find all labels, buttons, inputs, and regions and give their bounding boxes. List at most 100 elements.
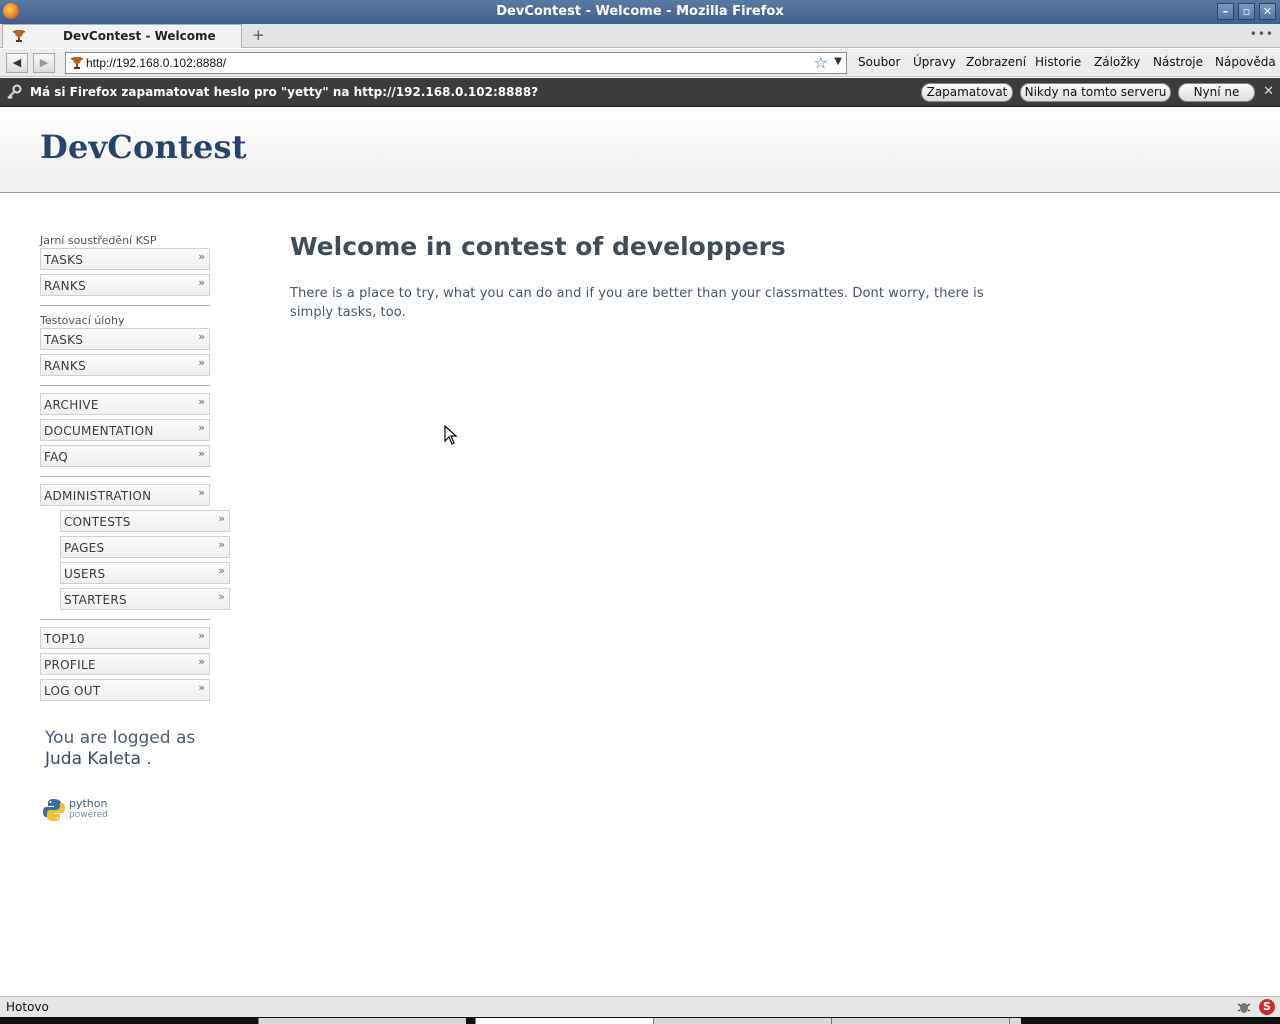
nav-documentation[interactable]: DOCUMENTATION » xyxy=(40,419,210,441)
trophy-favicon-icon xyxy=(71,57,83,69)
url-dropdown-icon[interactable]: ▼ xyxy=(834,56,842,67)
group-title-jarni: Jarní soustředění KSP xyxy=(40,234,157,247)
logged-prefix: You are logged as xyxy=(45,728,196,748)
python-badge-line1: python xyxy=(69,797,108,810)
nav-label: TASKS xyxy=(44,253,84,267)
url-bar[interactable]: http://192.168.0.102:8888/ ☆ ▼ xyxy=(65,52,847,74)
chevron-right-icon: » xyxy=(198,276,205,289)
nav-admin-pages[interactable]: PAGES » xyxy=(60,536,230,558)
nav-label: ARCHIVE xyxy=(44,398,99,412)
logged-suffix: . xyxy=(146,749,152,769)
group-title-testovaci: Testovací úlohy xyxy=(40,314,125,327)
nav-logout[interactable]: LOG OUT » xyxy=(40,679,210,701)
not-now-button[interactable]: Nyní ne xyxy=(1178,83,1255,102)
password-notification-bar: Má si Firefox zapamatovat heslo pro "yet… xyxy=(0,78,1280,107)
minimize-button[interactable]: – xyxy=(1217,3,1234,20)
logged-user-name[interactable]: Juda Kaleta xyxy=(45,749,141,769)
addon-bug-icon[interactable] xyxy=(1236,999,1252,1015)
sidebar-divider xyxy=(40,476,210,477)
nav-tasks-testovaci[interactable]: TASKS » xyxy=(40,328,210,350)
window-titlebar: DevContest - Welcome - Mozilla Firefox –… xyxy=(0,0,1280,24)
nav-label: LOG OUT xyxy=(44,684,101,698)
tab-label: DevContest - Welcome xyxy=(63,29,216,43)
sidebar-divider xyxy=(40,619,210,620)
nav-archive[interactable]: ARCHIVE » xyxy=(40,393,210,415)
chevron-right-icon: » xyxy=(198,356,205,369)
nav-label: CONTESTS xyxy=(64,515,131,529)
navigation-toolbar: ◀ ▶ http://192.168.0.102:8888/ ☆ ▼ Soubo… xyxy=(0,49,1280,77)
status-text: Hotovo xyxy=(6,1000,49,1014)
chevron-right-icon: » xyxy=(198,681,205,694)
trophy-favicon-icon xyxy=(13,30,25,42)
url-text[interactable]: http://192.168.0.102:8888/ xyxy=(86,56,226,70)
tab-devcontest[interactable]: DevContest - Welcome xyxy=(2,24,242,48)
chevron-right-icon: » xyxy=(198,330,205,343)
chevron-right-icon: » xyxy=(218,590,225,603)
taskbar-item[interactable] xyxy=(653,1018,831,1024)
taskbar-item[interactable] xyxy=(1009,1018,1021,1024)
tab-list-icon[interactable]: ••• xyxy=(1250,27,1274,41)
nav-label: RANKS xyxy=(44,279,87,293)
chevron-right-icon: » xyxy=(198,447,205,460)
bookmark-star-icon[interactable]: ☆ xyxy=(814,53,828,72)
remember-password-button[interactable]: Zapamatovat xyxy=(921,83,1013,102)
menu-upravy[interactable]: Úpravy xyxy=(913,55,956,69)
nav-label: STARTERS xyxy=(64,593,127,607)
nav-faq[interactable]: FAQ » xyxy=(40,445,210,467)
page-title: Welcome in contest of developpers xyxy=(290,232,786,261)
tab-bar: DevContest - Welcome + ••• xyxy=(0,24,1280,48)
nav-top10[interactable]: TOP10 » xyxy=(40,627,210,649)
page-intro-text: There is a place to try, what you can do… xyxy=(290,286,984,320)
menu-zobrazeni[interactable]: Zobrazení xyxy=(966,55,1026,69)
taskbar xyxy=(0,1017,1280,1024)
nav-label: RANKS xyxy=(44,359,87,373)
status-bar: Hotovo S xyxy=(0,996,1280,1017)
nav-tasks-jarni[interactable]: TASKS » xyxy=(40,248,210,270)
mouse-cursor-icon xyxy=(444,425,458,445)
menu-historie[interactable]: Historie xyxy=(1035,55,1081,69)
taskbar-item[interactable] xyxy=(475,1018,653,1024)
key-icon xyxy=(7,84,22,100)
nav-label: FAQ xyxy=(44,450,69,464)
chevron-right-icon: » xyxy=(198,250,205,263)
nav-label: TASKS xyxy=(44,333,84,347)
chevron-right-icon: » xyxy=(198,655,205,668)
taskbar-item[interactable] xyxy=(258,1018,466,1024)
menu-nastroje[interactable]: Nástroje xyxy=(1153,55,1203,69)
chevron-right-icon: » xyxy=(218,512,225,525)
nav-ranks-jarni[interactable]: RANKS » xyxy=(40,274,210,296)
menu-zalozky[interactable]: Záložky xyxy=(1094,55,1140,69)
chevron-right-icon: » xyxy=(218,564,225,577)
notification-message: Má si Firefox zapamatovat heslo pro "yet… xyxy=(30,85,539,99)
python-powered-badge[interactable]: python powered xyxy=(43,797,113,825)
addon-s-icon[interactable]: S xyxy=(1259,999,1275,1015)
menu-napoveda[interactable]: Nápověda xyxy=(1215,55,1276,69)
new-tab-button[interactable]: + xyxy=(252,26,268,44)
close-notification-icon[interactable]: ✕ xyxy=(1263,84,1274,99)
chevron-right-icon: » xyxy=(198,629,205,642)
site-logo[interactable]: DevContest xyxy=(40,128,247,166)
nav-administration[interactable]: ADMINISTRATION » xyxy=(40,484,210,506)
nav-label: DOCUMENTATION xyxy=(44,424,154,438)
nav-profile[interactable]: PROFILE » xyxy=(40,653,210,675)
nav-admin-contests[interactable]: CONTESTS » xyxy=(60,510,230,532)
nav-admin-users[interactable]: USERS » xyxy=(60,562,230,584)
nav-admin-starters[interactable]: STARTERS » xyxy=(60,588,230,610)
sidebar-divider xyxy=(40,385,210,386)
nav-label: USERS xyxy=(64,567,106,581)
python-badge-line2: powered xyxy=(69,810,108,820)
back-button[interactable]: ◀ xyxy=(6,53,28,73)
close-window-button[interactable]: ✕ xyxy=(1259,3,1276,20)
taskbar-item[interactable] xyxy=(831,1018,1009,1024)
chevron-right-icon: » xyxy=(198,395,205,408)
nav-label: PROFILE xyxy=(44,658,96,672)
forward-button[interactable]: ▶ xyxy=(33,53,55,73)
nav-label: TOP10 xyxy=(44,632,85,646)
never-for-site-button[interactable]: Nikdy na tomto serveru xyxy=(1020,83,1171,102)
nav-ranks-testovaci[interactable]: RANKS » xyxy=(40,354,210,376)
python-logo-icon xyxy=(43,799,65,821)
chevron-right-icon: » xyxy=(198,421,205,434)
maximize-button[interactable]: ▫ xyxy=(1238,3,1255,20)
chevron-right-icon: » xyxy=(218,538,225,551)
menu-soubor[interactable]: Soubor xyxy=(858,55,900,69)
